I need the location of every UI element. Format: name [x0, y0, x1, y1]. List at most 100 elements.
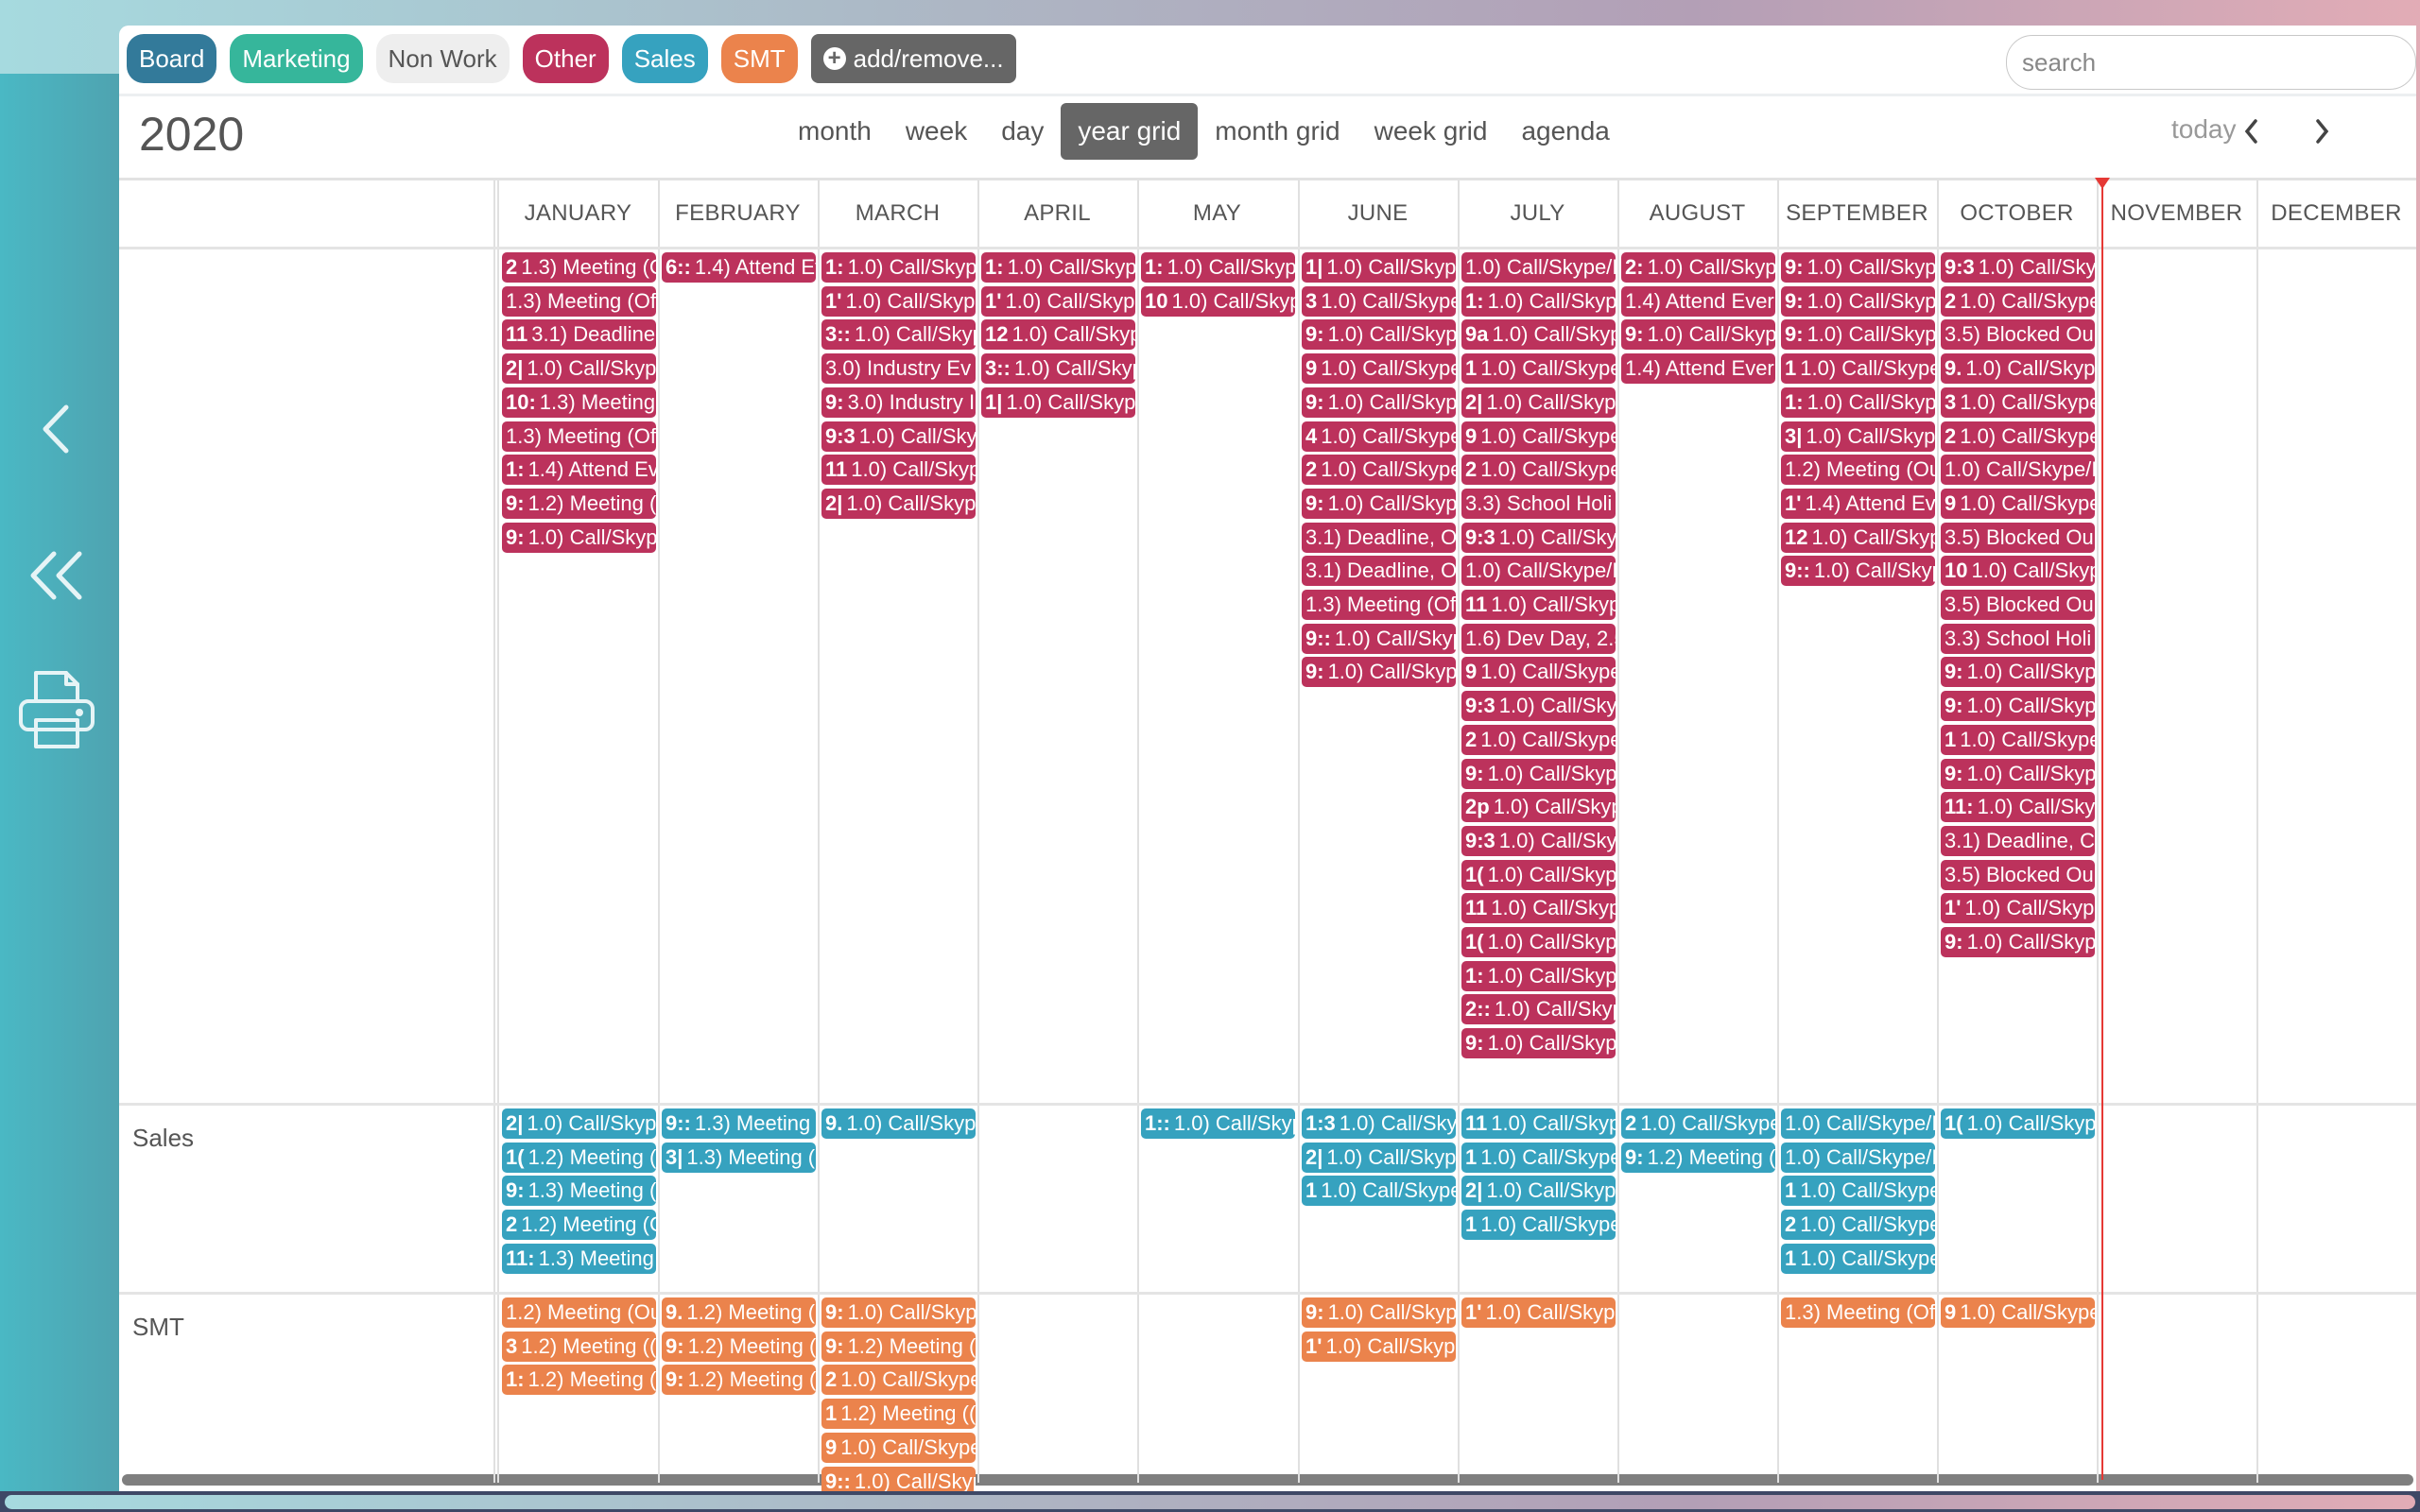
view-year-grid[interactable]: year grid: [1061, 103, 1199, 160]
calendar-event[interactable]: 1: 1.0) Call/Skype: [1461, 286, 1616, 317]
calendar-event[interactable]: 1 1.2) Meeting ((: [821, 1399, 976, 1429]
tag-sales[interactable]: Sales: [621, 34, 708, 83]
calendar-event[interactable]: 3 1.0) Call/Skype: [1941, 387, 2095, 418]
calendar-event[interactable]: 9: 1.2) Meeting (: [662, 1332, 816, 1362]
calendar-event[interactable]: 1(1.0) Call/Skype: [1461, 860, 1616, 890]
calendar-event[interactable]: 9: 1.0) Call/Skyp: [1941, 927, 2095, 957]
calendar-event[interactable]: 9: 1.2) Meeting (: [502, 489, 656, 519]
calendar-event[interactable]: 9:: 1.0) Call/Skyp: [821, 1467, 976, 1491]
calendar-event[interactable]: 3.5) Blocked Ou: [1941, 319, 2095, 350]
calendar-event[interactable]: 1 1.0) Call/Skype: [1461, 1210, 1616, 1240]
calendar-event[interactable]: 9: 1.2) Meeting (: [662, 1365, 816, 1395]
calendar-event[interactable]: 3| 1.3) Meeting (: [662, 1143, 816, 1173]
calendar-event[interactable]: 1' 1.0) Call/Skype: [981, 286, 1135, 317]
calendar-event[interactable]: 1.3) Meeting (Of: [502, 286, 656, 317]
calendar-event[interactable]: 2| 1.0) Call/Skype: [502, 1108, 656, 1139]
calendar-event[interactable]: 11 3.1) Deadline,: [502, 319, 656, 350]
calendar-event[interactable]: 1: 1.4) Attend Ev: [502, 455, 656, 485]
calendar-event[interactable]: 10: 1.3) Meeting: [502, 387, 656, 418]
calendar-event[interactable]: 9: 1.0) Call/Skyp: [1941, 691, 2095, 721]
next-period-button[interactable]: [2303, 112, 2341, 154]
calendar-event[interactable]: 9: 1.0) Call/Skype: [1461, 759, 1616, 789]
calendar-event[interactable]: 1 1.0) Call/Skype: [1941, 725, 2095, 755]
view-month[interactable]: month: [781, 103, 889, 160]
calendar-event[interactable]: 1.0) Call/Skype/I: [1781, 1108, 1935, 1139]
calendar-event[interactable]: 1 1.0) Call/Skype: [1461, 353, 1616, 384]
prev-period-button[interactable]: [2233, 112, 2271, 154]
calendar-event[interactable]: 9a 1.0) Call/Skyp: [1461, 319, 1616, 350]
view-day[interactable]: day: [984, 103, 1061, 160]
calendar-event[interactable]: 3.1) Deadline, O: [1302, 556, 1456, 586]
calendar-event[interactable]: 1: 1.0) Call/Skype: [1461, 961, 1616, 991]
calendar-event[interactable]: 1.3) Meeting (Of: [502, 421, 656, 452]
calendar-event[interactable]: 1| 1.0) Call/Skype: [981, 387, 1135, 418]
calendar-event[interactable]: 1' 1.0) Call/Skyp: [821, 286, 976, 317]
grid-horizontal-scrollbar[interactable]: [122, 1474, 2413, 1486]
calendar-event[interactable]: 3:: 1.0) Call/Skyp: [821, 319, 976, 350]
calendar-event[interactable]: 9:31.0) Call/Skyp: [1461, 523, 1616, 553]
calendar-event[interactable]: 9: 1.0) Call/Skype: [1781, 252, 1935, 283]
calendar-event[interactable]: 9: 1.0) Call/Skype: [1621, 319, 1775, 350]
calendar-event[interactable]: 1 1.0) Call/Skype: [1781, 1176, 1935, 1206]
calendar-event[interactable]: 9: 1.0) Call/Skyp: [1781, 286, 1935, 317]
calendar-event[interactable]: 10 1.0) Call/Skyp: [1141, 286, 1295, 317]
calendar-event[interactable]: 9: 1.0) Call/Skype: [1781, 319, 1935, 350]
calendar-event[interactable]: 9: 1.0) Call/Skyp: [1461, 1028, 1616, 1058]
calendar-event[interactable]: 9 1.0) Call/Skype: [1461, 421, 1616, 452]
calendar-event[interactable]: 11: 1.0) Call/Sky: [1941, 792, 2095, 822]
calendar-event[interactable]: 1.3) Meeting (Of: [1781, 1297, 1935, 1328]
calendar-event[interactable]: 2| 1.0) Call/Skype: [1461, 387, 1616, 418]
sidebar-collapse-button[interactable]: [0, 527, 113, 631]
calendar-event[interactable]: 9 1.0) Call/Skype: [1941, 489, 2095, 519]
sidebar-prev-button[interactable]: [0, 381, 113, 485]
calendar-event[interactable]: 9: 1.0) Call/Skype: [1302, 319, 1456, 350]
calendar-event[interactable]: 9: 3.0) Industry I: [821, 387, 976, 418]
calendar-event[interactable]: 9 1.0) Call/Skype: [1302, 353, 1456, 384]
calendar-event[interactable]: 3.1) Deadline, C: [1941, 826, 2095, 856]
calendar-event[interactable]: 12 1.0) Call/Skyp: [1781, 523, 1935, 553]
calendar-event[interactable]: 11 1.0) Call/Skyp: [1461, 893, 1616, 923]
calendar-event[interactable]: 1.0) Call/Skype/I: [1461, 556, 1616, 586]
calendar-event[interactable]: 1: 1.0) Call/Skype: [981, 252, 1135, 283]
calendar-event[interactable]: 9. 1.0) Call/Skype: [821, 1108, 976, 1139]
calendar-event[interactable]: 1 1.0) Call/Skype: [1302, 1176, 1456, 1206]
tag-marketing[interactable]: Marketing: [230, 34, 363, 83]
calendar-event[interactable]: 9: 1.2) Meeting (: [821, 1332, 976, 1362]
calendar-event[interactable]: 9:3 1.0) Call/Sky: [821, 421, 976, 452]
calendar-event[interactable]: 9:31.0) Call/Skyp: [1461, 826, 1616, 856]
calendar-event[interactable]: 1.3) Meeting (Of: [1302, 590, 1456, 620]
calendar-event[interactable]: 3.1) Deadline, O: [1302, 523, 1456, 553]
calendar-event[interactable]: 1.2) Meeting (Ou: [1781, 455, 1935, 485]
calendar-event[interactable]: 2 1.0) Call/Skype: [1781, 1210, 1935, 1240]
page-horizontal-scrollbar[interactable]: [4, 1494, 2416, 1510]
calendar-event[interactable]: 9: 1.0) Call/Skype: [1302, 489, 1456, 519]
calendar-event[interactable]: 1.2) Meeting (Ou: [502, 1297, 656, 1328]
calendar-event[interactable]: 2 1.0) Call/Skype: [1941, 421, 2095, 452]
calendar-event[interactable]: 2 1.0) Call/Skype: [1461, 725, 1616, 755]
calendar-event[interactable]: 1' 1.0) Call/Skype: [1461, 1297, 1616, 1328]
calendar-event[interactable]: 2 1.0) Call/Skype: [1302, 455, 1456, 485]
calendar-event[interactable]: 4 1.0) Call/Skype: [1302, 421, 1456, 452]
calendar-event[interactable]: 1.0) Call/Skype/I: [1781, 1143, 1935, 1173]
calendar-event[interactable]: 2 1.2) Meeting (C: [502, 1210, 656, 1240]
calendar-event[interactable]: 1.0) Call/Skype/I: [1461, 252, 1616, 283]
calendar-event[interactable]: 9 1.0) Call/Skype: [1941, 1297, 2095, 1328]
tag-non-work[interactable]: Non Work: [375, 34, 510, 83]
calendar-event[interactable]: 1:: 1.0) Call/Skyp: [1141, 1108, 1295, 1139]
calendar-event[interactable]: 1: 1.0) Call/Skype: [1781, 387, 1935, 418]
calendar-event[interactable]: 2 1.0) Call/Skype: [1621, 1108, 1775, 1139]
calendar-event[interactable]: 9: 1.0) Call/Skyp: [1302, 1297, 1456, 1328]
calendar-event[interactable]: 3 1.0) Call/Skype: [1302, 286, 1456, 317]
calendar-event[interactable]: 9: 1.0) Call/Skyp: [821, 1297, 976, 1328]
view-month-grid[interactable]: month grid: [1198, 103, 1357, 160]
search-input[interactable]: [2006, 35, 2416, 90]
calendar-event[interactable]: 1' 1.4) Attend Ev: [1781, 489, 1935, 519]
calendar-event[interactable]: 1.4) Attend Ever: [1621, 286, 1775, 317]
calendar-event[interactable]: 3:: 1.0) Call/Skyp: [981, 353, 1135, 384]
calendar-event[interactable]: 3.5) Blocked Ou: [1941, 860, 2095, 890]
calendar-event[interactable]: 3 1.2) Meeting ((: [502, 1332, 656, 1362]
calendar-event[interactable]: 10 1.0) Call/Skyp: [1941, 556, 2095, 586]
calendar-event[interactable]: 9: 1.0) Call/Skype: [1302, 387, 1456, 418]
tag-board[interactable]: Board: [127, 34, 217, 83]
calendar-event[interactable]: 11 1.0) Call/Skyp: [1461, 1108, 1616, 1139]
